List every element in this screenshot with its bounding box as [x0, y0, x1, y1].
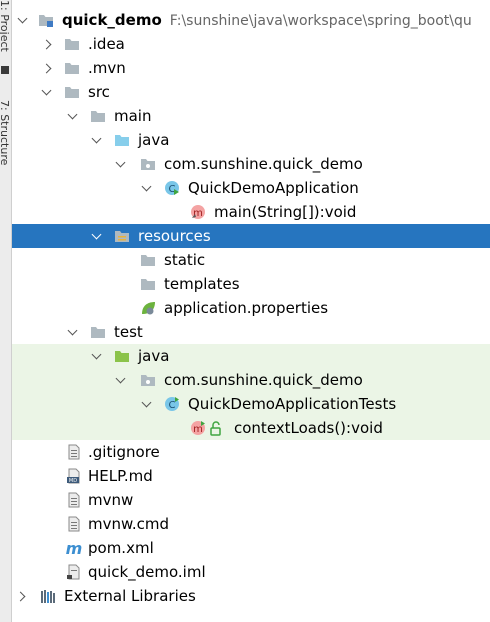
package-label: com.sunshine.quick_demo [164, 371, 363, 389]
tree-row-main-package[interactable]: com.sunshine.quick_demo [12, 152, 490, 176]
root-module-name: quick_demo [62, 11, 162, 29]
structure-tool-tab[interactable]: 7: Structure [0, 100, 11, 196]
tree-row-test-java[interactable]: java [12, 344, 490, 368]
folder-label: resources [138, 227, 211, 245]
folder-icon [91, 111, 105, 122]
libraries-icon [41, 590, 55, 603]
expand-arrow-icon[interactable] [114, 368, 128, 392]
folder-label: src [88, 83, 110, 101]
package-label: com.sunshine.quick_demo [164, 155, 363, 173]
tool-window-marker [1, 66, 9, 74]
folder-icon [91, 327, 105, 338]
tree-row-gitignore[interactable]: .gitignore [12, 440, 490, 464]
tree-row-app-properties[interactable]: application.properties [12, 296, 490, 320]
tree-row-idea[interactable]: .idea [12, 32, 490, 56]
expand-arrow-icon[interactable] [16, 8, 30, 32]
file-label: mvnw [88, 491, 134, 509]
folder-icon [141, 255, 155, 266]
collapse-arrow-icon[interactable] [42, 56, 56, 80]
tree-row-test[interactable]: test [12, 320, 490, 344]
tree-row-test-method[interactable]: m contextLoads():void [12, 416, 490, 440]
tree-row-main-java[interactable]: java [12, 128, 490, 152]
tree-row-mvnw[interactable]: mvnw [12, 488, 490, 512]
folder-icon [65, 87, 79, 98]
module-folder-icon [39, 15, 53, 27]
tree-row-mvn[interactable]: .mvn [12, 56, 490, 80]
tree-row-root[interactable]: quick_demo F:\sunshine\java\workspace\spr… [12, 8, 490, 32]
folder-label: .idea [88, 35, 125, 53]
text-file-icon [68, 516, 80, 532]
expand-arrow-icon[interactable] [66, 320, 80, 344]
tree-row-main[interactable]: main [12, 104, 490, 128]
tree-row-pom[interactable]: m pom.xml [12, 536, 490, 560]
side-tool-window-bar: 1: Project 7: Structure [0, 0, 12, 622]
libraries-label: External Libraries [64, 587, 196, 605]
spring-boot-class-icon: C [165, 181, 179, 195]
expand-arrow-icon[interactable] [114, 152, 128, 176]
folder-label: java [138, 347, 170, 365]
folder-label: main [114, 107, 152, 125]
file-label: .gitignore [88, 443, 160, 461]
class-icon: C [165, 397, 179, 411]
test-root-icon [115, 351, 129, 362]
expand-arrow-icon[interactable] [90, 224, 104, 248]
svg-text:m: m [66, 540, 82, 556]
class-label: QuickDemoApplication [188, 179, 359, 197]
expand-arrow-icon[interactable] [66, 104, 80, 128]
tree-row-help[interactable]: MD HELP.md [12, 464, 490, 488]
project-tree[interactable]: quick_demo F:\sunshine\java\workspace\spr… [12, 0, 490, 622]
expand-arrow-icon[interactable] [140, 176, 154, 200]
file-label: HELP.md [88, 467, 153, 485]
package-icon [141, 159, 155, 170]
collapse-arrow-icon[interactable] [42, 32, 56, 56]
tree-row-src[interactable]: src [12, 80, 490, 104]
file-label: pom.xml [88, 539, 154, 557]
tree-row-app-class[interactable]: C QuickDemoApplication [12, 176, 490, 200]
method-label: main(String[]):void [214, 203, 357, 221]
tree-row-external-libraries[interactable]: External Libraries [12, 584, 490, 608]
folder-icon [65, 39, 79, 50]
tree-row-mvnw-cmd[interactable]: mvnw.cmd [12, 512, 490, 536]
expand-arrow-icon[interactable] [90, 344, 104, 368]
spring-properties-icon [142, 302, 155, 315]
text-file-icon [68, 444, 80, 460]
method-icon: m [191, 421, 205, 435]
source-root-icon [115, 135, 129, 146]
folder-icon [65, 63, 79, 74]
tree-row-static[interactable]: static [12, 248, 490, 272]
expand-arrow-icon[interactable] [90, 128, 104, 152]
svg-text:C: C [169, 400, 176, 411]
folder-label: test [114, 323, 143, 341]
svg-text:MD: MD [69, 478, 77, 484]
tree-row-main-method[interactable]: m main(String[]):void [12, 200, 490, 224]
file-label: quick_demo.iml [88, 563, 206, 581]
tree-row-iml[interactable]: quick_demo.iml [12, 560, 490, 584]
expand-arrow-icon[interactable] [140, 392, 154, 416]
collapse-arrow-icon[interactable] [16, 584, 30, 608]
folder-icon [141, 279, 155, 290]
folder-label: static [164, 251, 206, 269]
tree-row-templates[interactable]: templates [12, 272, 490, 296]
tree-row-resources[interactable]: resources [12, 224, 490, 248]
module-file-icon [67, 564, 80, 580]
folder-label: java [138, 131, 170, 149]
method-icon: m [191, 205, 205, 219]
file-label: application.properties [164, 299, 329, 317]
folder-label: templates [164, 275, 240, 293]
project-tool-tab[interactable]: 1: Project [0, 0, 11, 52]
tree-row-test-class[interactable]: C QuickDemoApplicationTests [12, 392, 490, 416]
method-label: contextLoads():void [234, 419, 383, 437]
class-label: QuickDemoApplicationTests [188, 395, 397, 413]
text-file-icon [68, 492, 80, 508]
tree-row-test-package[interactable]: com.sunshine.quick_demo [12, 368, 490, 392]
folder-label: .mvn [88, 59, 126, 77]
expand-arrow-icon[interactable] [40, 80, 54, 104]
root-module-path: F:\sunshine\java\workspace\spring_boot\q… [169, 13, 472, 29]
markdown-file-icon: MD [67, 468, 80, 484]
package-icon [141, 375, 155, 386]
file-label: mvnw.cmd [88, 515, 170, 533]
unlock-icon [210, 421, 221, 436]
maven-icon: m [66, 540, 82, 556]
resources-root-icon [115, 231, 129, 242]
